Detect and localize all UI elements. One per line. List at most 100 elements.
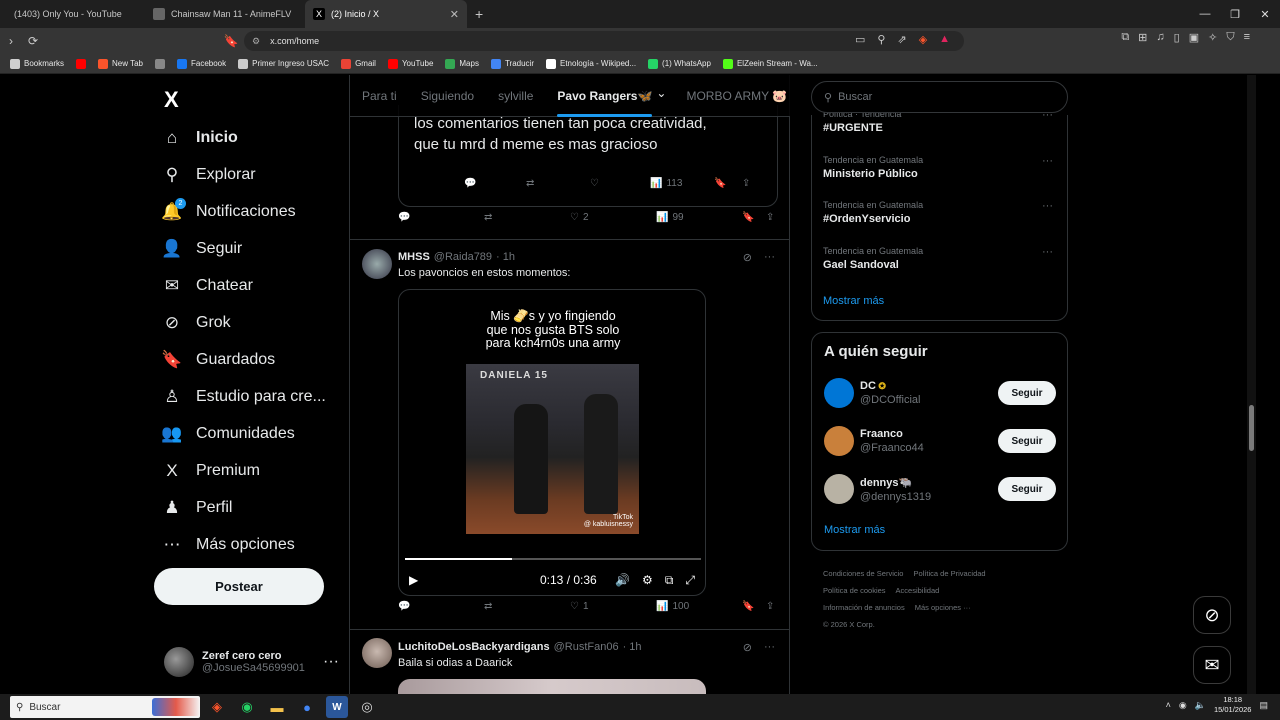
follow-handle[interactable]: @Fraanco44 <box>860 442 924 454</box>
bookmark-icon[interactable]: 🔖 <box>714 178 726 189</box>
like-button[interactable]: ♡ 2 <box>570 212 589 223</box>
sidebar-icon[interactable]: ▯ <box>1174 31 1180 44</box>
extensions-icon[interactable]: ⧉ <box>1121 31 1129 44</box>
avatar[interactable] <box>362 638 392 668</box>
site-info-icon[interactable]: ⚙ <box>252 36 260 47</box>
views-button[interactable]: 📊 99 <box>656 212 684 223</box>
new-tab-button[interactable]: + <box>467 0 491 28</box>
chevron-up-icon[interactable]: ˄ <box>1166 700 1171 710</box>
video-player[interactable]: Mis 🫔s y yo fingiendo que nos gusta BTS … <box>398 289 706 596</box>
network-icon[interactable]: ◉ <box>1179 700 1187 711</box>
more-icon[interactable]: ··· <box>323 653 339 671</box>
pip-icon[interactable]: ⧉ <box>665 573 674 588</box>
tab-search-icon[interactable]: ⊞ <box>1138 31 1147 44</box>
footer-link[interactable]: Más opciones ··· <box>915 603 971 612</box>
play-icon[interactable]: ▶ <box>409 573 418 587</box>
more-icon[interactable]: ··· <box>1042 200 1053 212</box>
x-logo[interactable]: X <box>164 87 179 113</box>
search-input[interactable]: ⚲ Buscar <box>811 81 1068 113</box>
more-icon[interactable]: ··· <box>764 251 775 264</box>
bookmark-page-icon[interactable]: 🔖 <box>220 34 242 48</box>
nav-item-premium[interactable]: X Premium <box>162 461 260 481</box>
fullscreen-icon[interactable]: ⤢ <box>685 573 695 588</box>
close-window-icon[interactable]: ✕ <box>1250 8 1280 21</box>
taskbar-search[interactable]: ⚲ Buscar <box>10 696 200 718</box>
bookmark-item[interactable]: (1) WhatsApp <box>648 58 711 69</box>
bookmark-item[interactable]: New Tab <box>98 58 143 69</box>
trends-show-more-link[interactable]: Mostrar más <box>823 295 884 307</box>
retweet-icon[interactable]: ⇄ <box>484 601 492 612</box>
bookmark-item[interactable] <box>76 58 87 69</box>
footer-link[interactable]: Política de Privacidad <box>913 569 985 578</box>
footer-link[interactable]: Accesibilidad <box>896 586 940 595</box>
tweet-media[interactable] <box>398 679 706 694</box>
tweet-time[interactable]: · 1h <box>623 641 642 653</box>
volume-icon[interactable]: 🔈 <box>1195 700 1206 711</box>
trend-item[interactable]: Tendencia en Guatemala #OrdenYservicio ··· <box>823 200 1053 225</box>
bookmark-icon[interactable]: 🔖 <box>742 601 754 612</box>
post-button[interactable]: Postear <box>154 568 324 605</box>
page-scrollbar[interactable] <box>1247 75 1256 694</box>
tweet-time[interactable]: · 1h <box>496 251 515 263</box>
nav-item-perfil[interactable]: ♟ Perfil <box>162 498 232 518</box>
reload-icon[interactable]: ⟳ <box>22 34 44 48</box>
tweet-author-handle[interactable]: @RustFan06 <box>554 641 619 653</box>
settings-icon[interactable]: ⚙ <box>642 573 653 588</box>
more-icon[interactable]: ··· <box>1042 155 1053 167</box>
follow-button[interactable]: Seguir <box>998 477 1056 501</box>
reply-icon[interactable]: 💬 <box>464 178 476 189</box>
retweet-icon[interactable]: ⇄ <box>484 212 492 223</box>
nav-item-inicio[interactable]: ⌂ Inicio <box>162 128 238 148</box>
follow-name[interactable]: Fraanco <box>860 428 924 440</box>
whatsapp-icon[interactable]: ◉ <box>236 696 258 718</box>
vpn-icon[interactable]: ⛉ <box>1226 31 1234 44</box>
obs-icon[interactable]: ◎ <box>356 696 378 718</box>
footer-link[interactable]: Condiciones de Servicio <box>823 569 903 578</box>
nav-item-comunidades[interactable]: 👥 Comunidades <box>161 424 294 444</box>
browser-tab-active[interactable]: X (2) Inicio / X ✕ <box>305 0 467 28</box>
reply-icon[interactable]: 💬 <box>398 212 410 223</box>
follow-handle[interactable]: @dennys1319 <box>860 491 931 503</box>
bookmark-item[interactable]: Etnología - Wikiped... <box>546 58 636 69</box>
bookmark-item[interactable]: Maps <box>445 58 479 69</box>
follow-button[interactable]: Seguir <box>998 381 1056 405</box>
bookmark-item[interactable]: Bookmarks <box>10 58 64 69</box>
grok-fab-icon[interactable]: ⊘ <box>1193 596 1231 634</box>
brave-icon[interactable]: ◈ <box>206 696 228 718</box>
nav-item-más-opciones[interactable]: ⋯ Más opciones <box>162 535 295 555</box>
reply-icon[interactable]: 💬 <box>398 601 410 612</box>
more-icon[interactable]: ··· <box>1042 246 1053 258</box>
maximize-icon[interactable]: ❐ <box>1220 8 1250 21</box>
media-icon[interactable]: ♫ <box>1156 31 1164 44</box>
chrome-icon[interactable]: ● <box>296 696 318 718</box>
word-icon[interactable]: W <box>326 696 348 718</box>
views-button[interactable]: 📊 100 <box>656 601 689 612</box>
nav-item-grok[interactable]: ⊘ Grok <box>162 313 231 333</box>
retweet-icon[interactable]: ⇄ <box>526 178 534 189</box>
follow-show-more-link[interactable]: Mostrar más <box>824 524 885 536</box>
nav-item-chatear[interactable]: ✉ Chatear <box>162 276 253 296</box>
tweet-author-handle[interactable]: @Raida789 <box>434 251 492 263</box>
bookmark-item[interactable] <box>155 58 165 69</box>
tweet-author-name[interactable]: MHSS <box>398 251 430 263</box>
zoom-icon[interactable]: ⚲ <box>877 33 885 46</box>
nav-item-seguir[interactable]: 👤 Seguir <box>161 239 242 259</box>
share-icon[interactable]: ⇪ <box>742 178 750 189</box>
cast-icon[interactable]: ▭ <box>855 33 865 46</box>
wallet-icon[interactable]: ▣ <box>1189 31 1199 44</box>
more-icon[interactable]: ··· <box>764 641 775 654</box>
browser-tab[interactable]: Chainsaw Man 11 - AnimeFLV <box>145 0 305 28</box>
share-icon[interactable]: ⇪ <box>766 212 774 223</box>
brave-shield-icon[interactable]: ◈ <box>919 33 927 46</box>
timeline-tab[interactable]: sylville <box>486 75 545 117</box>
file-explorer-icon[interactable]: ▬ <box>266 696 288 718</box>
notifications-icon[interactable]: ▤ <box>1259 700 1268 711</box>
nav-item-explorar[interactable]: ⚲ Explorar <box>162 165 256 185</box>
nav-item-notificaciones[interactable]: 🔔 2 Notificaciones <box>161 198 296 222</box>
bookmark-item[interactable]: YouTube <box>387 58 433 69</box>
messages-fab-icon[interactable]: ✉ <box>1193 646 1231 684</box>
share-icon[interactable]: ⇗ <box>897 33 906 46</box>
share-icon[interactable]: ⇪ <box>766 601 774 612</box>
avatar[interactable] <box>362 249 392 279</box>
bookmark-item[interactable]: ElZeein Stream - Wa... <box>722 58 818 69</box>
